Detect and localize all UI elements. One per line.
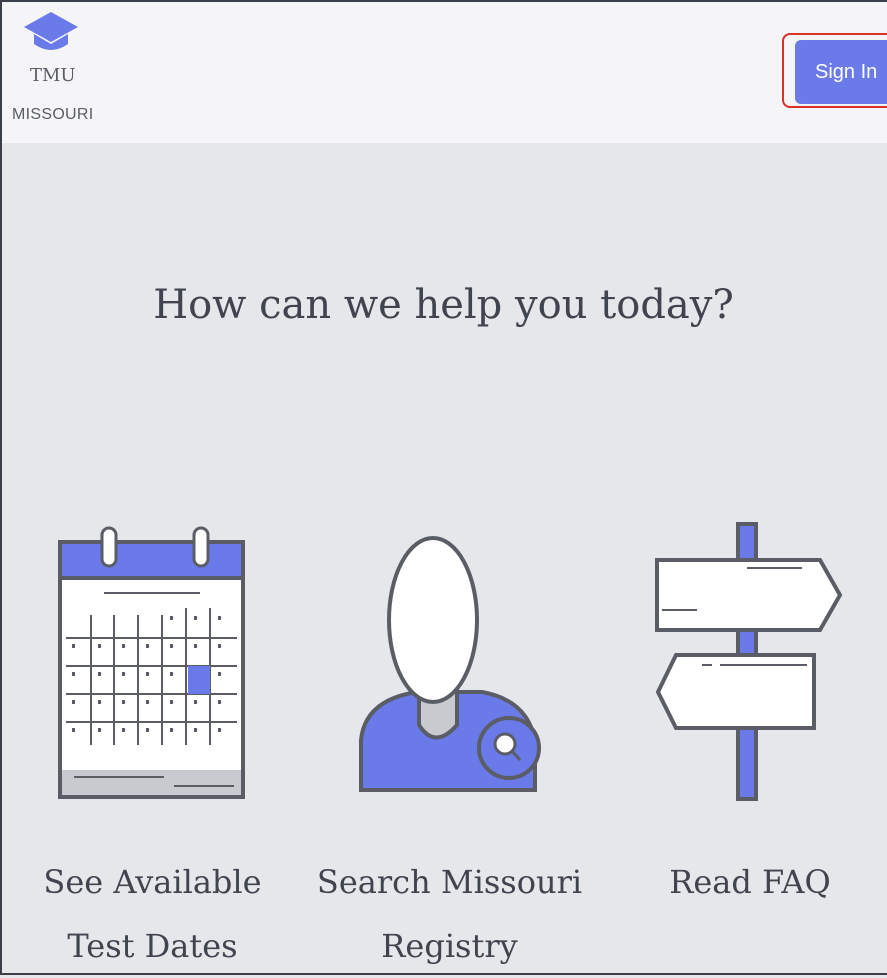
calendar-icon (58, 526, 245, 799)
sign-in-button[interactable]: Sign In (795, 40, 887, 104)
option-read-faq[interactable]: Read FAQ (600, 520, 887, 975)
signpost-icon (655, 522, 843, 801)
option-search-registry[interactable]: Search Missouri Registry (302, 520, 597, 975)
option-label: See Available Test Dates (43, 863, 262, 965)
graduation-cap-icon (24, 12, 78, 50)
option-test-dates[interactable]: See Available Test Dates (10, 520, 295, 975)
logo-state: MISSOURI (12, 106, 94, 123)
logo-text: TMU (30, 65, 76, 86)
page-title: How can we help you today? (153, 282, 734, 328)
option-label: Search Missouri Registry (316, 863, 583, 965)
option-label: Read FAQ (669, 863, 831, 901)
top-bar: TMU MISSOURI Sign In (0, 0, 887, 143)
person-search-icon (359, 536, 541, 792)
